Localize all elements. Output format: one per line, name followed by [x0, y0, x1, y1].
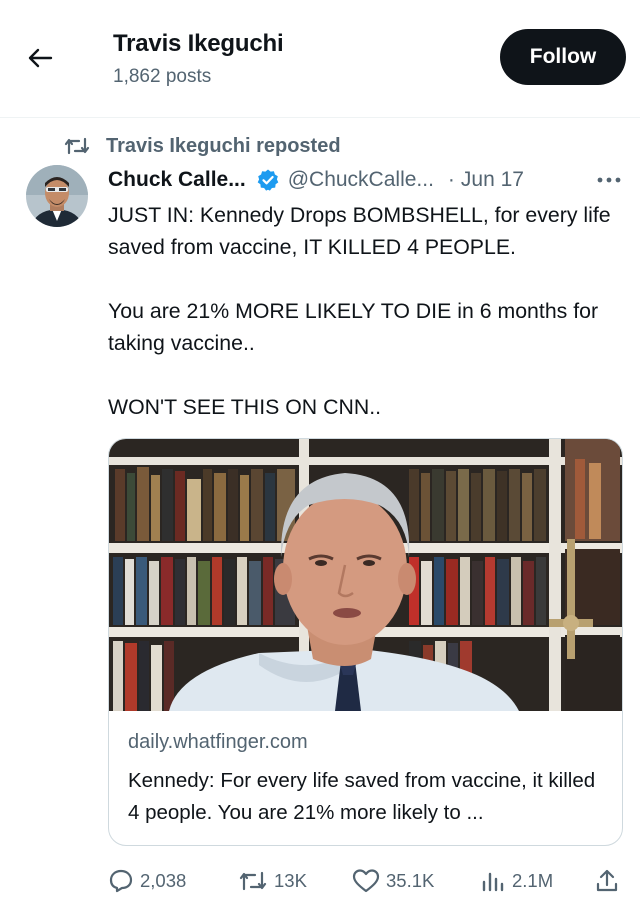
profile-header: Travis Ikeguchi 1,862 posts Follow	[0, 0, 640, 118]
author-name[interactable]: Chuck Calle...	[108, 168, 246, 192]
more-options-button[interactable]	[594, 166, 624, 194]
repost-count: 13K	[274, 870, 307, 891]
avatar[interactable]	[26, 165, 88, 227]
like-button[interactable]: 35.1K	[352, 862, 434, 900]
reply-icon	[109, 869, 133, 893]
reply-button[interactable]: 2,038	[108, 862, 186, 900]
repost-icon	[239, 871, 267, 891]
repost-indicator[interactable]: Travis Ikeguchi reposted	[64, 132, 341, 160]
repost-button[interactable]: 13K	[238, 862, 307, 900]
post-text-paragraph: You are 21% MORE LIKELY TO DIE in 6 mont…	[108, 299, 599, 355]
views-count: 2.1M	[512, 870, 554, 891]
views-button[interactable]: 2.1M	[480, 862, 553, 900]
post-header: Chuck Calle... @ChuckCalle... · Jun 17	[108, 164, 524, 196]
link-domain: daily.whatfinger.com	[128, 731, 308, 753]
back-arrow-icon	[28, 48, 53, 68]
post-text-paragraph: WON'T SEE THIS ON CNN..	[108, 395, 382, 419]
reply-count: 2,038	[140, 870, 187, 891]
post-text-paragraph: JUST IN: Kennedy Drops BOMBSHELL, for ev…	[108, 203, 611, 259]
like-count: 35.1K	[386, 870, 435, 891]
separator-dot: ·	[447, 168, 455, 191]
author-handle[interactable]: @ChuckCalle...	[288, 168, 434, 192]
share-icon	[596, 869, 618, 892]
like-icon	[352, 869, 380, 893]
repost-icon	[64, 137, 90, 155]
post-body: JUST IN: Kennedy Drops BOMBSHELL, for ev…	[108, 199, 620, 423]
post-date[interactable]: Jun 17	[461, 168, 524, 192]
link-title: Kennedy: For every life saved from vacci…	[128, 769, 596, 824]
link-preview-image	[109, 439, 622, 711]
follow-button[interactable]: Follow	[500, 29, 626, 85]
back-button[interactable]	[22, 40, 58, 76]
posts-count: 1,862 posts	[113, 66, 212, 87]
link-preview-card[interactable]: daily.whatfinger.com Kennedy: For every …	[108, 438, 623, 846]
more-icon	[597, 177, 621, 183]
action-bar: 2,038 13K 35.1K 2.1M	[108, 862, 628, 902]
views-icon	[482, 872, 504, 892]
share-button[interactable]	[594, 862, 626, 900]
repost-label: Travis Ikeguchi reposted	[106, 134, 341, 157]
profile-name: Travis Ikeguchi	[113, 30, 284, 57]
verified-badge-icon	[257, 169, 279, 191]
